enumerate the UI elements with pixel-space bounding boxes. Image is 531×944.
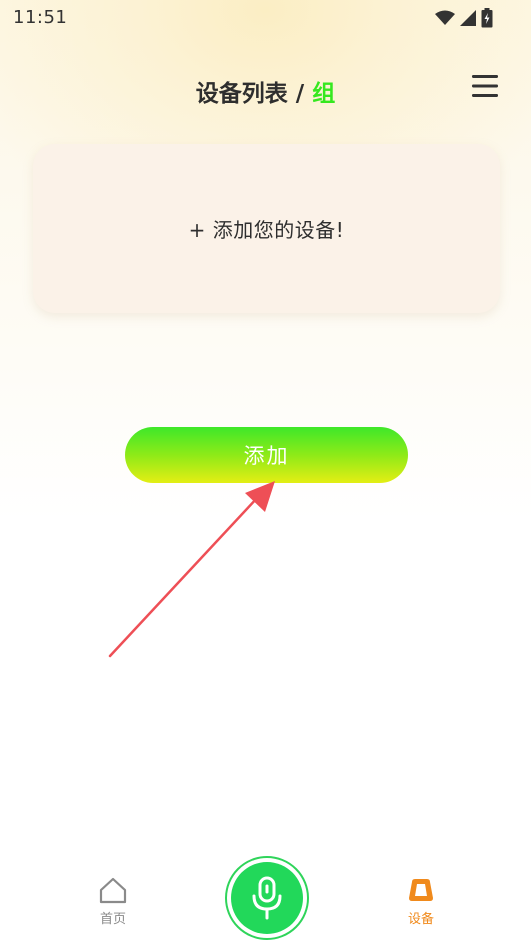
home-icon (99, 877, 127, 904)
bottom-tab-bar: 首页 设备 (0, 850, 531, 944)
add-device-prompt: + 添加您的设备! (188, 218, 345, 242)
menu-button[interactable] (470, 72, 502, 100)
tab-home-label: 首页 (99, 912, 126, 927)
status-bar: 11:51 (0, 0, 531, 36)
hamburger-menu-icon (472, 75, 498, 97)
header: 设备列表 / 组 (0, 60, 531, 120)
add-button[interactable]: 添加 (125, 427, 408, 483)
group-toggle[interactable]: 组 (312, 81, 335, 107)
voice-button-core (231, 862, 303, 934)
title-text: 设备列表 (195, 81, 288, 107)
device-icon (409, 879, 433, 901)
page-title: 设备列表 / 组 (0, 74, 531, 108)
microphone-icon (252, 876, 282, 920)
tab-device-label: 设备 (407, 912, 434, 927)
tab-device[interactable]: 设备 (391, 876, 451, 927)
tab-home[interactable]: 首页 (83, 876, 143, 927)
wifi-icon (435, 10, 455, 25)
signal-icon (460, 10, 476, 26)
battery-icon (481, 8, 493, 28)
add-device-card[interactable]: + 添加您的设备! (33, 144, 500, 313)
status-icons (435, 8, 493, 28)
status-time: 11:51 (13, 7, 68, 28)
title-separator: / (295, 81, 305, 107)
voice-button[interactable] (225, 856, 309, 940)
